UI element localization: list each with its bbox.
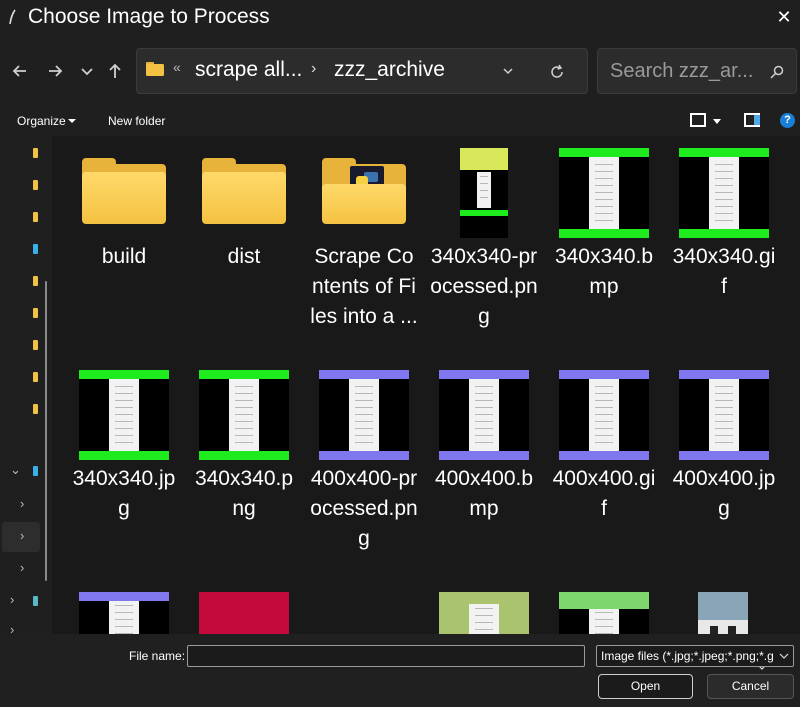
nav-folder-icon[interactable] [33, 180, 38, 190]
refresh-icon[interactable] [547, 62, 567, 82]
help-icon[interactable]: ? [780, 113, 795, 128]
breadcrumb-segment-1[interactable]: scrape all... [195, 58, 302, 82]
nav-network-icon[interactable] [33, 596, 38, 606]
search-input[interactable]: Search zzz_ar... [610, 60, 760, 83]
file-name: 340x340.gif [672, 245, 776, 298]
file-name: 340x340-processed.png [430, 245, 538, 328]
file-name: 340x340.png [194, 467, 294, 520]
expand-chevron-icon[interactable]: › [10, 592, 14, 607]
cancel-button[interactable]: Cancel [707, 674, 794, 699]
image-thumbnail-partial[interactable] [199, 592, 289, 634]
nav-folder-icon[interactable] [33, 404, 38, 414]
address-bar[interactable]: « scrape all... › zzz_archive [136, 48, 588, 94]
file-name: 400x400.gif [552, 467, 656, 520]
file-name: 400x400.jpg [672, 467, 776, 520]
file-name: 400x400-processed.png [310, 467, 418, 550]
file-name: Scrape Contents of Files into a ... [310, 245, 418, 328]
image-thumbnail-partial[interactable] [698, 592, 748, 634]
image-thumbnail [679, 370, 769, 460]
image-thumbnail-partial[interactable] [559, 592, 649, 634]
new-folder-button[interactable]: New folder [108, 114, 165, 128]
nav-folder-icon[interactable] [33, 340, 38, 350]
breadcrumb-separator-icon[interactable]: › [311, 60, 316, 78]
expand-chevron-icon[interactable]: ⌄ [10, 462, 21, 478]
open-button[interactable]: Open [598, 674, 693, 699]
search-box[interactable]: Search zzz_ar... [597, 48, 797, 94]
up-arrow-icon[interactable] [104, 60, 126, 82]
preview-pane-icon[interactable] [744, 113, 760, 127]
nav-folder-icon[interactable] [33, 276, 38, 286]
nav-this-pc-icon[interactable] [33, 466, 38, 476]
back-arrow-icon[interactable] [9, 60, 31, 82]
image-thumbnail [559, 148, 649, 238]
nav-folder-icon[interactable] [33, 148, 38, 158]
expand-chevron-icon[interactable]: › [20, 528, 24, 543]
file-name: build [101, 245, 147, 268]
file-name-label: File name: [129, 649, 186, 663]
window-title: Choose Image to Process [28, 5, 270, 28]
image-thumbnail [319, 370, 409, 460]
file-type-value: Image files (*.jpg;*.jpeg;*.png;*.g [601, 649, 773, 663]
nav-folder-icon[interactable] [33, 212, 38, 222]
image-thumbnail [439, 370, 529, 460]
image-thumbnail [79, 370, 169, 460]
dialog-footer: File name: Image files (*.jpg;*.jpeg;*.p… [0, 634, 800, 707]
chevron-down-icon[interactable] [779, 651, 789, 661]
close-icon[interactable]: ✕ [772, 6, 796, 28]
app-feather-icon [9, 9, 16, 25]
recent-locations-chevron-icon[interactable] [76, 60, 98, 82]
change-view-icon[interactable] [690, 113, 706, 127]
image-thumbnail [559, 370, 649, 460]
folder-icon [202, 158, 286, 226]
nav-folder-icon[interactable] [33, 308, 38, 318]
search-icon[interactable] [768, 63, 786, 81]
file-type-select[interactable]: Image files (*.jpg;*.jpeg;*.png;*.g [596, 645, 794, 667]
file-name: 340x340.bmp [554, 245, 654, 298]
forward-arrow-icon[interactable] [44, 60, 66, 82]
expand-chevron-icon[interactable]: › [20, 560, 24, 575]
image-thumbnail-partial[interactable] [439, 592, 529, 634]
command-bar: Organize New folder ? [0, 106, 800, 136]
title-bar: Choose Image to Process ✕ [0, 0, 800, 36]
file-name-field[interactable] [187, 645, 767, 670]
overflow-chevron-icon[interactable]: « [173, 59, 181, 75]
address-dropdown-icon[interactable] [499, 63, 517, 79]
view-options-dropdown-icon[interactable] [713, 119, 721, 124]
nav-desktop-icon[interactable] [33, 244, 38, 254]
organize-button[interactable]: Organize [17, 114, 66, 128]
file-name: dist [227, 245, 261, 268]
image-thumbnail-partial[interactable] [79, 592, 169, 634]
folder-icon [146, 62, 164, 76]
nav-pane-scrollbar[interactable] [45, 281, 47, 581]
image-thumbnail [199, 370, 289, 460]
expand-chevron-icon[interactable]: › [10, 622, 14, 634]
nav-folder-icon[interactable] [33, 372, 38, 382]
file-name: 340x340.jpg [72, 467, 176, 520]
breadcrumb-segment-2[interactable]: zzz_archive [334, 58, 445, 82]
organize-dropdown-icon[interactable] [68, 119, 76, 123]
folder-icon [82, 158, 166, 226]
image-thumbnail [679, 148, 769, 238]
python-folder-icon [322, 158, 406, 226]
file-list[interactable]: build dist Scrape Contents of Files into… [52, 136, 800, 634]
file-name: 400x400.bmp [434, 467, 534, 520]
navigation-bar: « scrape all... › zzz_archive Search zzz… [0, 36, 800, 106]
navigation-pane[interactable]: ⌄ › › › › › [0, 136, 52, 634]
image-thumbnail [460, 148, 508, 238]
expand-chevron-icon[interactable]: › [20, 496, 24, 511]
